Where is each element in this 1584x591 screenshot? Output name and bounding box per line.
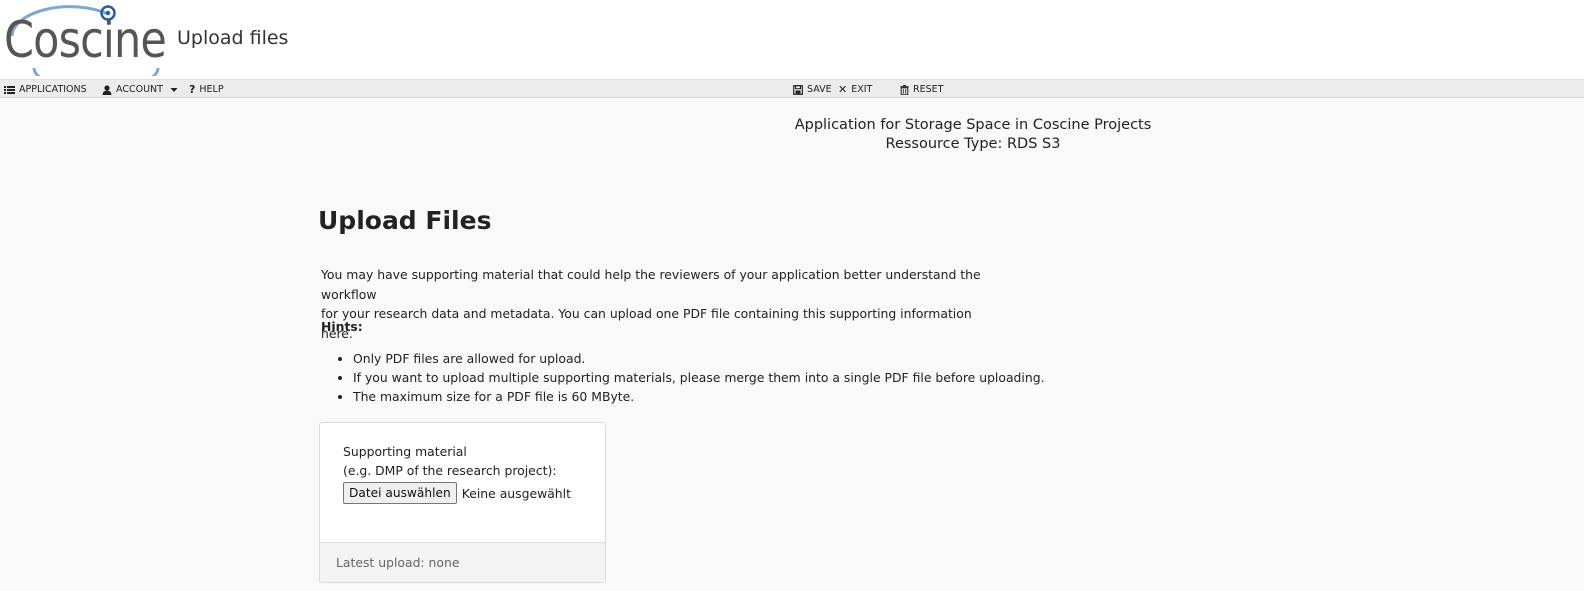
supporting-material-label-line1: Supporting material (343, 444, 467, 459)
logo-text: Coscine (4, 11, 167, 69)
upload-card: Supporting material (e.g. DMP of the res… (319, 422, 606, 583)
no-file-selected-text: Keine ausgewählt (461, 485, 571, 501)
help-label: HELP (199, 84, 224, 95)
intro-text: You may have supporting material that co… (321, 265, 1001, 343)
coscine-logo[interactable]: Coscine (4, 2, 167, 76)
account-menu[interactable]: ACCOUNT (102, 83, 178, 96)
supporting-material-label: Supporting material (e.g. DMP of the res… (343, 442, 557, 480)
save-button[interactable]: SAVE (793, 83, 832, 96)
applications-label: APPLICATIONS (19, 84, 87, 95)
save-icon (793, 84, 803, 95)
exit-button[interactable]: ✕ EXIT (838, 83, 872, 96)
applications-menu[interactable]: APPLICATIONS (4, 83, 87, 96)
app-title: Upload files (177, 27, 289, 49)
application-header: Application for Storage Space in Coscine… (700, 116, 1246, 154)
user-icon (102, 84, 112, 95)
list-item: Only PDF files are allowed for upload. (353, 349, 1045, 368)
file-input: Datei auswählen Keine ausgewählt (343, 482, 571, 504)
latest-upload-text: Latest upload: none (336, 555, 460, 570)
hints-list: Only PDF files are allowed for upload. I… (351, 349, 1045, 406)
save-label: SAVE (807, 84, 832, 95)
account-label: ACCOUNT (116, 84, 163, 95)
card-footer: Latest upload: none (320, 542, 605, 582)
intro-line-1: You may have supporting material that co… (321, 267, 981, 302)
list-icon (4, 85, 15, 94)
toolbar: APPLICATIONS ACCOUNT ? HELP SAVE ✕ EXIT (0, 79, 1584, 98)
reset-label: RESET (913, 84, 944, 95)
supporting-material-label-line2: (e.g. DMP of the research project): (343, 463, 557, 478)
help-menu[interactable]: ? HELP (189, 83, 224, 96)
app-header: Coscine Upload files (0, 0, 1584, 79)
application-title: Application for Storage Space in Coscine… (794, 117, 1152, 133)
choose-file-button[interactable]: Datei auswählen (343, 482, 457, 504)
question-icon: ? (189, 83, 196, 96)
page-title: Upload Files (318, 206, 492, 235)
hints-title: Hints: (321, 319, 363, 334)
exit-label: EXIT (851, 84, 873, 95)
close-icon: ✕ (838, 83, 848, 96)
list-item: If you want to upload multiple supportin… (353, 368, 1045, 387)
list-item: The maximum size for a PDF file is 60 MB… (353, 387, 1045, 406)
caret-down-icon (170, 87, 178, 92)
reset-button[interactable]: RESET (900, 83, 943, 96)
trash-icon (900, 84, 909, 95)
intro-line-2: for your research data and metadata. You… (321, 306, 972, 341)
resource-type: Ressource Type: RDS S3 (885, 136, 1061, 152)
